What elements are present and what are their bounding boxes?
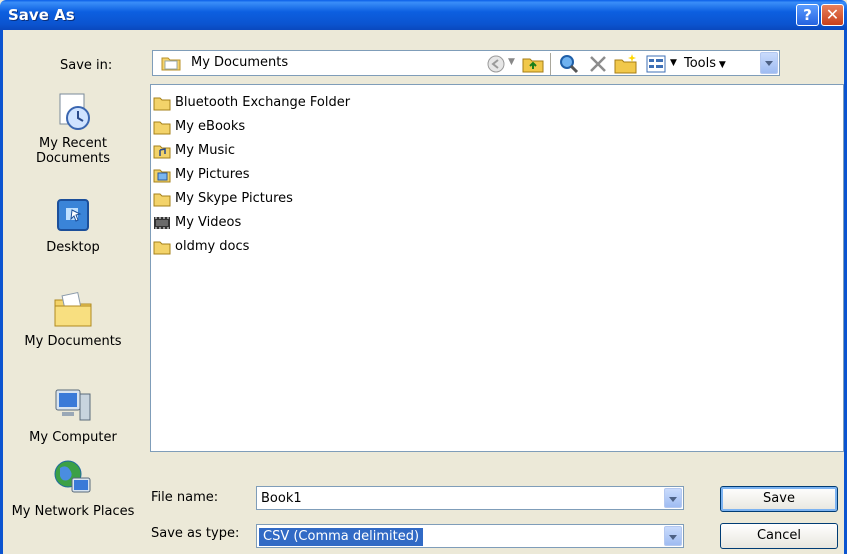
file-name-dropdown-arrow[interactable] (664, 488, 682, 508)
save-in-label: Save in: (60, 58, 113, 73)
folder-icon (153, 97, 171, 111)
help-button[interactable]: ? (796, 4, 819, 26)
tools-menu[interactable]: Tools ▼ (684, 56, 726, 71)
search-web-icon[interactable] (558, 53, 580, 75)
file-name: oldmy docs (175, 239, 250, 254)
file-name: Bluetooth Exchange Folder (175, 95, 351, 110)
save-as-type-label: Save as type: (151, 526, 240, 541)
window-title: Save As (8, 6, 75, 24)
my-documents-icon (54, 291, 92, 327)
pictures-folder-icon (153, 169, 171, 183)
file-name: My Music (175, 143, 236, 158)
save-as-type-value: CSV (Comma delimited) (259, 528, 424, 546)
videos-folder-icon (154, 217, 170, 229)
views-dropdown-icon[interactable]: ▼ (670, 58, 677, 68)
folder-icon (153, 241, 171, 255)
network-places-icon (54, 460, 91, 493)
file-name: My Skype Pictures (175, 191, 293, 206)
music-folder-icon (153, 145, 171, 159)
title-bar[interactable]: Save As ? ✕ (0, 0, 847, 30)
back-dropdown-icon[interactable]: ▼ (508, 57, 515, 67)
place-my-documents[interactable]: My Documents (3, 288, 143, 349)
tools-dropdown-icon: ▼ (716, 60, 726, 70)
save-as-type-dropdown[interactable]: CSV (Comma delimited) (256, 524, 684, 548)
cancel-button[interactable]: Cancel (720, 523, 838, 549)
place-label: Desktop (46, 240, 100, 255)
places-bar: My Recent Documents Desktop My Documents (3, 82, 143, 554)
my-computer-icon (55, 389, 91, 421)
file-list[interactable]: Bluetooth Exchange Folder My eBooks My M… (150, 84, 844, 452)
folder-icon (153, 121, 171, 135)
place-my-network-places[interactable]: My Network Places (3, 458, 143, 519)
tools-menu-label: Tools (684, 56, 717, 71)
file-name-input[interactable]: Book1 (256, 486, 684, 510)
back-icon[interactable] (486, 54, 506, 74)
recent-documents-icon (59, 93, 90, 130)
file-name-label: File name: (151, 490, 219, 505)
folder-icon (153, 193, 171, 207)
up-folder-icon[interactable] (522, 53, 544, 75)
file-name-value: Book1 (261, 491, 302, 506)
save-in-value: My Documents (191, 55, 289, 70)
save-in-dropdown-arrow[interactable] (760, 52, 778, 74)
place-my-computer[interactable]: My Computer (3, 384, 143, 445)
my-documents-small-icon (161, 57, 181, 71)
close-button[interactable]: ✕ (821, 4, 844, 26)
place-label: My Network Places (11, 504, 135, 519)
place-label: My Computer (29, 430, 117, 445)
file-name: My Pictures (175, 167, 250, 182)
place-desktop[interactable]: Desktop (3, 194, 143, 255)
save-button[interactable]: Save (720, 486, 838, 512)
save-as-dialog: Save As ? ✕ Save in: My Documents ▼ ▼ To… (0, 0, 847, 554)
new-folder-icon[interactable] (614, 53, 638, 75)
place-label: My Recent Documents (35, 136, 111, 166)
toolbar-separator (550, 53, 551, 75)
file-name: My eBooks (175, 119, 246, 134)
file-name: My Videos (175, 215, 242, 230)
save-as-type-dropdown-arrow[interactable] (664, 526, 682, 546)
place-label: My Documents (24, 334, 122, 349)
delete-icon[interactable] (588, 54, 608, 74)
desktop-icon (57, 199, 89, 231)
views-icon[interactable] (646, 55, 666, 73)
place-my-recent-documents[interactable]: My Recent Documents (3, 90, 143, 166)
